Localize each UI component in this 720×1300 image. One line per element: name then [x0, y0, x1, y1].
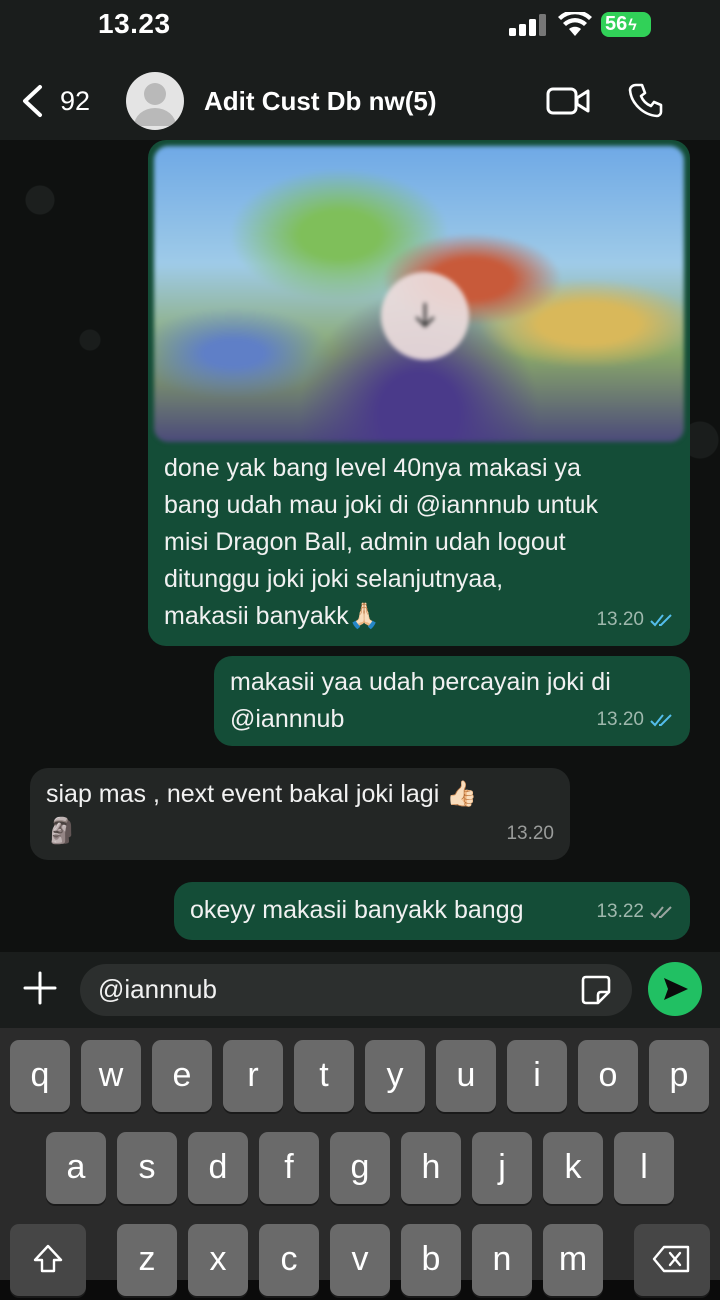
key-m[interactable]: m — [543, 1224, 603, 1296]
message-bubble-outgoing[interactable]: done yak bang level 40nya makasi ya bang… — [148, 140, 690, 646]
read-ticks-icon — [650, 714, 672, 727]
avatar[interactable] — [126, 72, 184, 130]
key-k[interactable]: k — [543, 1132, 603, 1204]
key-p[interactable]: p — [649, 1040, 709, 1112]
key-h[interactable]: h — [401, 1132, 461, 1204]
key-n[interactable]: n — [472, 1224, 532, 1296]
sticker-icon[interactable] — [580, 974, 612, 1006]
key-s[interactable]: s — [117, 1132, 177, 1204]
key-b[interactable]: b — [401, 1224, 461, 1296]
battery-level: 56 — [605, 13, 628, 35]
video-call-icon[interactable] — [546, 86, 590, 116]
key-u[interactable]: u — [436, 1040, 496, 1112]
message-bubble-outgoing[interactable]: makasii yaa udah percayain joki di @iann… — [214, 656, 690, 746]
back-chevron-icon[interactable] — [20, 84, 44, 118]
key-z[interactable]: z — [117, 1224, 177, 1296]
message-composer: @iannnub — [0, 952, 720, 1028]
key-d[interactable]: d — [188, 1132, 248, 1204]
status-time: 13.23 — [98, 8, 171, 39]
message-input[interactable]: @iannnub — [80, 964, 632, 1016]
key-w[interactable]: w — [81, 1040, 141, 1112]
key-v[interactable]: v — [330, 1224, 390, 1296]
signal-icon — [509, 14, 546, 36]
plus-icon[interactable] — [22, 970, 58, 1006]
message-timestamp: 13.20 — [596, 609, 644, 630]
shift-icon — [33, 1244, 63, 1273]
key-r[interactable]: r — [223, 1040, 283, 1112]
key-c[interactable]: c — [259, 1224, 319, 1296]
delete-icon — [652, 1245, 690, 1273]
shift-key[interactable] — [10, 1224, 86, 1296]
keyboard: q w e r t y u i o p a s d f g h j k l z … — [0, 1028, 720, 1296]
key-x[interactable]: x — [188, 1224, 248, 1296]
key-q[interactable]: q — [10, 1040, 70, 1112]
battery-indicator: 56ϟ — [601, 12, 651, 37]
key-o[interactable]: o — [578, 1040, 638, 1112]
key-l[interactable]: l — [614, 1132, 674, 1204]
key-f[interactable]: f — [259, 1132, 319, 1204]
key-g[interactable]: g — [330, 1132, 390, 1204]
key-t[interactable]: t — [294, 1040, 354, 1112]
message-time: 13.22 — [596, 893, 674, 930]
message-time: 13.20 — [596, 701, 674, 738]
key-a[interactable]: a — [46, 1132, 106, 1204]
chat-area[interactable]: done yak bang level 40nya makasi ya bang… — [0, 140, 720, 952]
image-attachment[interactable] — [154, 146, 684, 442]
message-timestamp: 13.20 — [596, 709, 644, 730]
message-timestamp: 13.22 — [596, 901, 644, 922]
delete-key[interactable] — [634, 1224, 710, 1296]
download-button[interactable] — [381, 272, 469, 360]
message-text: okeyy makasii banyakk bangg — [190, 896, 524, 924]
key-e[interactable]: e — [152, 1040, 212, 1112]
delivered-ticks-icon — [650, 906, 672, 919]
download-icon — [415, 302, 435, 328]
message-bubble-incoming[interactable]: siap mas , next event bakal joki lagi 👍🏻… — [30, 768, 570, 860]
send-icon — [664, 978, 688, 1000]
phone-icon[interactable] — [628, 82, 664, 118]
wifi-icon — [558, 12, 592, 36]
key-i[interactable]: i — [507, 1040, 567, 1112]
battery-bolt-icon: ϟ — [628, 17, 637, 34]
send-button[interactable] — [648, 962, 702, 1016]
status-bar: 13.23 56ϟ — [0, 0, 720, 52]
message-bubble-outgoing[interactable]: okeyy makasii banyakk bangg 13.22 — [174, 882, 690, 940]
message-time: 13.20 — [596, 601, 674, 638]
message-text: siap mas , next event bakal joki lagi 👍🏻… — [46, 780, 478, 845]
contact-name[interactable]: Adit Cust Db nw(5) — [204, 86, 437, 117]
message-time: 13.20 — [506, 815, 554, 852]
message-input-value[interactable]: @iannnub — [98, 974, 217, 1005]
unread-count[interactable]: 92 — [60, 86, 90, 117]
chat-header: 92 Adit Cust Db nw(5) — [0, 52, 720, 140]
avatar-placeholder-icon — [134, 83, 176, 126]
key-j[interactable]: j — [472, 1132, 532, 1204]
key-y[interactable]: y — [365, 1040, 425, 1112]
message-timestamp: 13.20 — [506, 823, 554, 844]
read-ticks-icon — [650, 614, 672, 627]
